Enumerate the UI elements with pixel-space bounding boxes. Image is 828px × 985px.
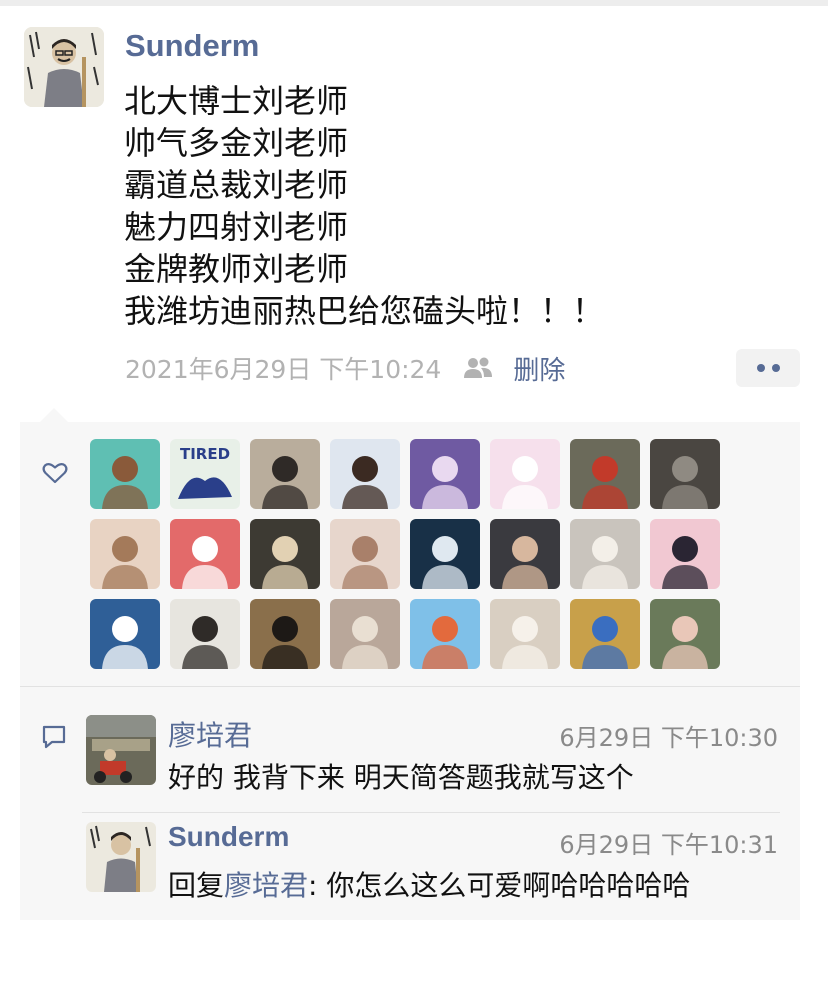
more-dots-icon[interactable] xyxy=(736,349,800,387)
comment-text[interactable]: 回复廖培君: 你怎么这么可爱啊哈哈哈哈哈 xyxy=(168,864,690,904)
divider xyxy=(82,812,780,813)
post-timestamp: 2021年6月29日 下午10:24 xyxy=(125,355,442,384)
like-avatar-tired-text[interactable]: TIRED xyxy=(170,439,240,509)
like-avatar-scooter-street[interactable] xyxy=(570,439,640,509)
dot xyxy=(771,364,780,372)
reply-text: : 你怎么这么可爱啊哈哈哈哈哈 xyxy=(308,869,691,902)
comment-avatar[interactable] xyxy=(86,822,156,892)
like-avatar-flower-tree[interactable] xyxy=(650,599,720,669)
like-avatar-anime-purple[interactable] xyxy=(410,439,480,509)
divider xyxy=(20,686,800,687)
post-line: 帅气多金刘老师 xyxy=(124,124,349,162)
like-avatar-colorful-room[interactable] xyxy=(570,599,640,669)
comment-author-name[interactable]: 廖培君 xyxy=(168,714,252,754)
like-avatar-anime-red-hair[interactable] xyxy=(410,599,480,669)
post-line: 魅力四射刘老师 xyxy=(124,208,349,246)
reply-to-name[interactable]: 廖培君 xyxy=(224,869,308,902)
comment-timestamp: 6月29日 下午10:30 xyxy=(559,724,778,752)
like-avatar-girl-cat[interactable] xyxy=(330,519,400,589)
like-avatar-film-woman[interactable] xyxy=(250,599,320,669)
comment-icon xyxy=(42,725,66,749)
like-avatar-black-cat[interactable] xyxy=(650,519,720,589)
like-avatar-white-goose[interactable] xyxy=(90,599,160,669)
post-author-name[interactable]: Sunderm xyxy=(125,28,259,64)
panel-arrow xyxy=(40,408,68,422)
dot xyxy=(756,364,765,372)
comment-text[interactable]: 好的 我背下来 明天简答题我就写这个 xyxy=(168,756,634,796)
post-line: 我潍坊迪丽热巴给您磕头啦！！！ xyxy=(124,292,605,330)
post-line: 金牌教师刘老师 xyxy=(124,250,349,288)
like-avatar-man-blonde[interactable] xyxy=(330,599,400,669)
like-avatar-street-woman[interactable] xyxy=(250,439,320,509)
like-avatar-astronaut[interactable] xyxy=(410,519,480,589)
post-meta: 2021年6月29日 下午10:24 删除 xyxy=(125,350,565,387)
post-line: 霸道总裁刘老师 xyxy=(124,166,349,204)
friends-icon[interactable] xyxy=(463,356,493,380)
like-avatar-blonde-girl[interactable] xyxy=(250,519,320,589)
post-text: 北大博士刘老师 帅气多金刘老师 霸道总裁刘老师 魅力四射刘老师 金牌教师刘老师 … xyxy=(124,80,804,332)
like-avatar-pink-bunny[interactable] xyxy=(490,439,560,509)
comment-timestamp: 6月29日 下午10:31 xyxy=(559,831,778,859)
like-avatar-cartoon-girl[interactable] xyxy=(90,439,160,509)
like-avatar-sleeping-dog[interactable] xyxy=(570,519,640,589)
like-avatar-hello-kitty[interactable] xyxy=(170,519,240,589)
like-avatar-smiling-man[interactable] xyxy=(490,519,560,589)
author-avatar[interactable] xyxy=(24,27,104,107)
comment-avatar[interactable] xyxy=(86,715,156,785)
like-avatar-girl-hat[interactable] xyxy=(90,519,160,589)
like-avatar-boy-portrait[interactable] xyxy=(330,439,400,509)
delete-link[interactable]: 删除 xyxy=(513,350,565,387)
reply-prefix: 回复 xyxy=(168,869,225,902)
like-avatar-fluffy-bear[interactable] xyxy=(490,599,560,669)
svg-text:TIRED: TIRED xyxy=(180,445,230,463)
top-strip xyxy=(0,0,828,6)
likes-grid: TIRED xyxy=(90,439,730,669)
like-avatar-dark-figure[interactable] xyxy=(650,439,720,509)
like-avatar-snow-man[interactable] xyxy=(170,599,240,669)
post-line: 北大博士刘老师 xyxy=(124,82,349,120)
comment-author-name[interactable]: Sunderm xyxy=(168,821,289,853)
heart-icon xyxy=(42,463,68,484)
